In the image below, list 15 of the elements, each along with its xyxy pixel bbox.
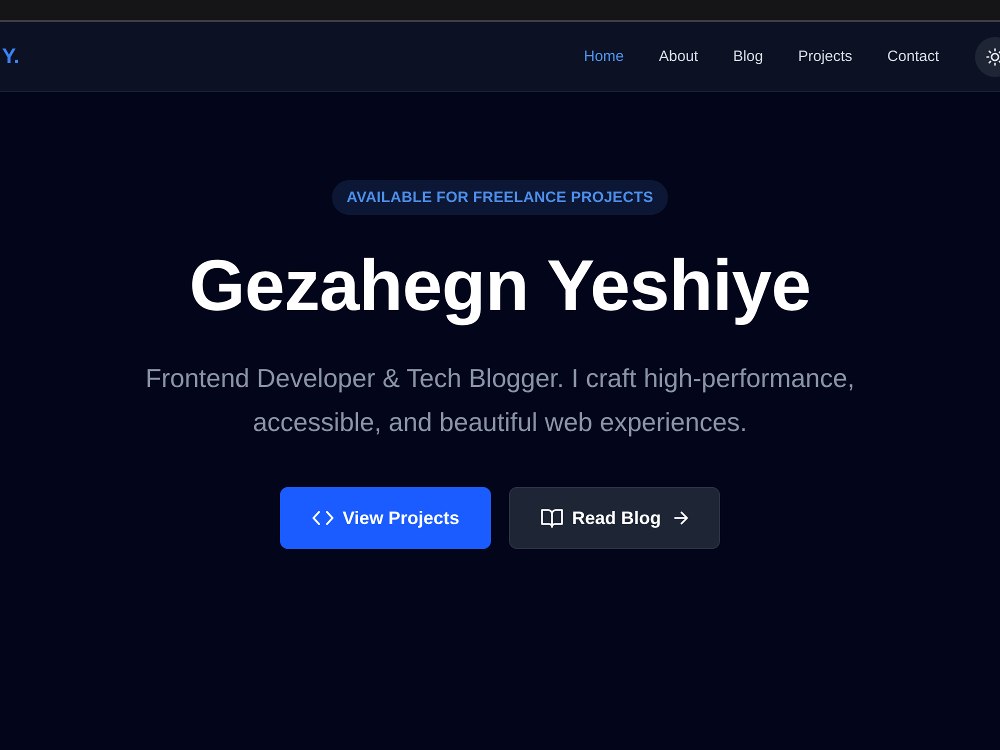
hero-button[interactable]: View Projects [280,487,491,550]
nav-link[interactable]: Blog [733,48,764,65]
nav-link[interactable]: About [658,48,698,65]
book-icon [540,508,563,528]
arrow-right-icon [674,511,688,526]
logo-text[interactable]: Y. [2,44,20,68]
nav-link[interactable]: Home [584,48,624,65]
sun-icon [986,48,1000,66]
hero-button[interactable]: Read Blog [509,487,720,550]
nav-link[interactable]: Projects [798,48,852,65]
availability-badge: AVAILABLE FOR FREELANCE PROJECTS [332,180,668,215]
code-icon [312,511,334,526]
hero-subtitle: Frontend Developer & Tech Blogger. I craft high-performance, accessible, and beautiful web experiences. [144,362,856,440]
hero-title: Gezahegn Yeshiye [189,247,811,326]
nav-link[interactable]: Contact [887,48,939,65]
